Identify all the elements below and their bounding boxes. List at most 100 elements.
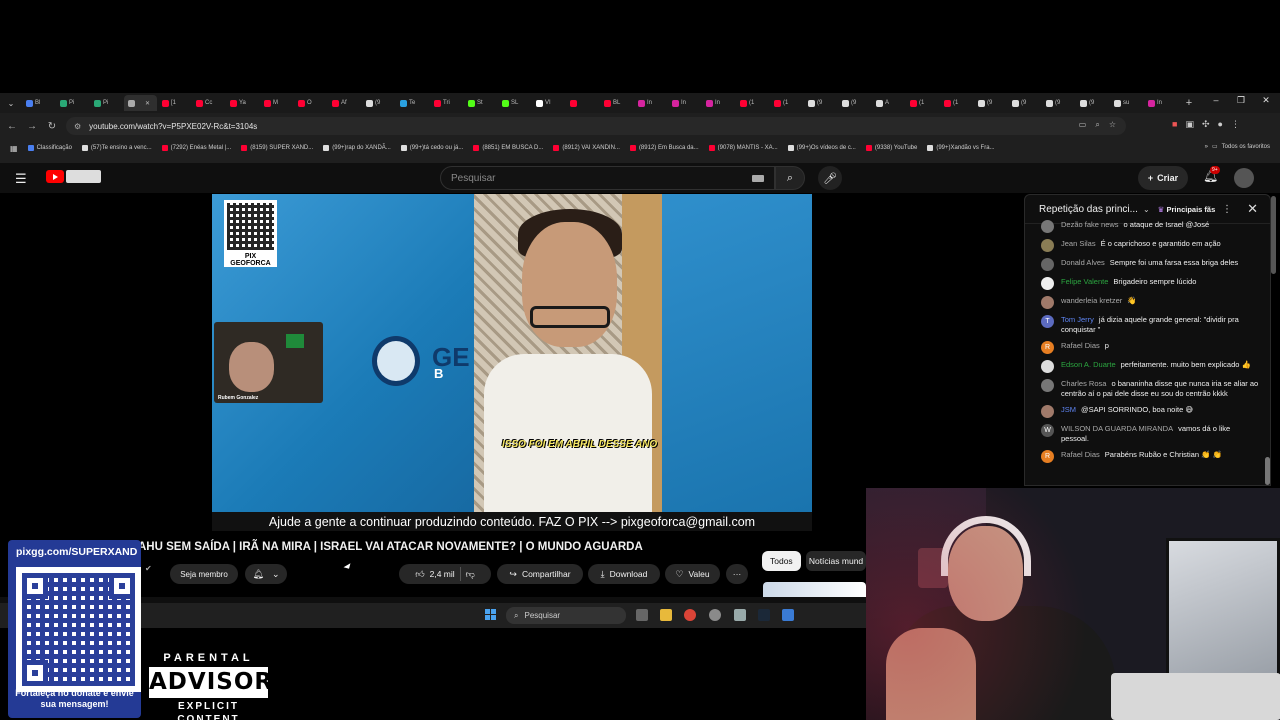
all-favorites-link[interactable]: Todos os favoritos	[1222, 144, 1270, 150]
chat-message[interactable]: Dezão fake news o ataque de Israel @José	[1025, 217, 1270, 236]
browser-tab[interactable]	[566, 95, 599, 111]
chat-author[interactable]: Jean Silas	[1061, 239, 1096, 248]
extensions-puzzle-icon[interactable]: ✣	[1202, 119, 1210, 130]
chat-message[interactable]: Donald Alves Sempre foi uma farsa essa br…	[1025, 255, 1270, 274]
chat-author[interactable]: wanderleia kretzer	[1061, 296, 1122, 305]
chip-world-news[interactable]: Notícias mund	[806, 551, 866, 571]
chat-avatar[interactable]	[1041, 239, 1054, 252]
chat-avatar[interactable]: T	[1041, 315, 1054, 328]
youtube-logo[interactable]	[46, 170, 64, 183]
dislike-icon[interactable]: 👎︎	[466, 569, 475, 580]
menu-icon[interactable]: ☰	[15, 171, 27, 187]
chrome-icon[interactable]	[684, 609, 696, 621]
subscription-bell-button[interactable]: 🔔︎ ⌄	[245, 564, 287, 584]
chat-author[interactable]: JSM	[1061, 405, 1076, 414]
new-tab-button[interactable]: +	[1182, 97, 1196, 109]
browser-tab[interactable]: In	[668, 95, 701, 111]
chat-author[interactable]: Rafael Dias	[1061, 450, 1100, 459]
browser-tab[interactable]: Bl	[22, 95, 55, 111]
chat-author[interactable]: Rafael Dias	[1061, 341, 1100, 350]
browser-tab[interactable]: Cc	[192, 95, 225, 111]
chat-scrollbar[interactable]	[1265, 457, 1270, 485]
browser-tab[interactable]: M	[260, 95, 293, 111]
windows-start-icon[interactable]	[485, 609, 497, 621]
chat-message[interactable]: Charles Rosa o bananinha disse que nunca …	[1025, 376, 1270, 402]
chat-message[interactable]: R Rafael Dias p	[1025, 338, 1270, 357]
browser-tab[interactable]: In	[634, 95, 667, 111]
browser-tab[interactable]: Ya	[226, 95, 259, 111]
browser-tab[interactable]: (1	[940, 95, 973, 111]
bookmark-item[interactable]: (8912) VAI XANDIN...	[553, 145, 620, 151]
browser-tab[interactable]: In	[702, 95, 735, 111]
file-explorer-icon[interactable]	[660, 609, 672, 621]
bookmark-item[interactable]: Classificação	[27, 145, 72, 151]
cast-icon[interactable]: ▭	[1079, 120, 1087, 130]
browser-tab[interactable]: (9	[362, 95, 395, 111]
browser-tab[interactable]: SL	[498, 95, 531, 111]
chat-message[interactable]: T Tom Jerry já dizia aquele grande general…	[1025, 312, 1270, 338]
chat-avatar[interactable]	[1041, 220, 1054, 233]
back-icon[interactable]: ←	[2, 121, 22, 132]
chat-author[interactable]: Tom Jerry	[1061, 315, 1094, 324]
browser-tab[interactable]: (9	[1042, 95, 1075, 111]
bookmarks-overflow-icon[interactable]: »	[1205, 144, 1208, 150]
chat-author[interactable]: WILSON DA GUARDA MIRANDA	[1061, 424, 1173, 433]
voice-search-button[interactable]: 🎤︎	[818, 166, 842, 190]
extension-icon[interactable]: ■	[1172, 119, 1177, 130]
chat-message[interactable]: Felipe Valente Brigadeiro sempre lúcido	[1025, 274, 1270, 293]
browser-tab[interactable]: VI	[532, 95, 565, 111]
chat-avatar[interactable]	[1041, 360, 1054, 373]
chat-avatar[interactable]: W	[1041, 424, 1054, 437]
chat-message[interactable]: Jean Silas É o caprichoso e garantido em …	[1025, 236, 1270, 255]
account-avatar[interactable]	[1234, 168, 1254, 188]
zoom-icon[interactable]: ⌕	[1095, 120, 1099, 130]
reload-icon[interactable]: ↻	[42, 121, 62, 132]
bookmark-item[interactable]: (8159) SUPER XAND...	[241, 145, 313, 151]
site-info-icon[interactable]: ⚙	[74, 122, 81, 131]
thanks-button[interactable]: ♡ Valeu	[665, 564, 720, 584]
browser-tab[interactable]: (1	[770, 95, 803, 111]
close-tab-icon[interactable]: ✕	[145, 100, 150, 107]
close-window-icon[interactable]: ✕	[1256, 95, 1276, 106]
browser-tab[interactable]: (1	[736, 95, 769, 111]
chip-all[interactable]: Todos	[762, 551, 801, 571]
chat-avatar[interactable]	[1041, 258, 1054, 271]
bookmark-item[interactable]: (99+)Xandão vs Fra...	[927, 145, 995, 151]
chat-author[interactable]: Dezão fake news	[1061, 220, 1119, 229]
bookmark-item[interactable]: (9338) YouTube	[865, 145, 917, 151]
task-view-icon[interactable]	[636, 609, 648, 621]
browser-tab[interactable]: O	[294, 95, 327, 111]
bookmark-item[interactable]: (99+)rap do XANDÃ...	[323, 145, 391, 151]
search-button[interactable]: ⌕	[775, 166, 805, 190]
like-count[interactable]: 2,4 mil	[430, 569, 455, 579]
chat-author[interactable]: Charles Rosa	[1061, 379, 1106, 388]
steam-icon[interactable]	[758, 609, 770, 621]
keyboard-icon[interactable]	[752, 175, 764, 182]
browser-tab[interactable]: su	[1110, 95, 1143, 111]
share-button[interactable]: ↪ Compartilhar	[497, 564, 583, 584]
app-icon[interactable]	[782, 609, 794, 621]
bookmark-item[interactable]: (8912) Em Busca da...	[629, 145, 699, 151]
browser-tab[interactable]: (1	[906, 95, 939, 111]
browser-tab[interactable]: (9	[1008, 95, 1041, 111]
page-scrollbar[interactable]	[1271, 196, 1276, 274]
tab-search-icon[interactable]: ⌄	[4, 96, 18, 110]
chat-avatar[interactable]	[1041, 405, 1054, 418]
bookmark-item[interactable]: (7292) Enéas Metal |...	[161, 145, 231, 151]
join-button[interactable]: Seja membro	[170, 564, 238, 584]
bookmark-item[interactable]: (8851) EM BUSCA D...	[473, 145, 543, 151]
browser-tab[interactable]: In	[1144, 95, 1177, 111]
chat-menu-icon[interactable]: ⋮	[1222, 204, 1232, 215]
app-icon[interactable]	[709, 609, 721, 621]
bookmark-item[interactable]: (99+)tá cedo ou já...	[400, 145, 463, 151]
browser-tab[interactable]: Te	[396, 95, 429, 111]
maximize-icon[interactable]: ❐	[1231, 95, 1251, 106]
address-bar[interactable]: ⚙ youtube.com/watch?v=P5PXE02V-Rc&t=3104…	[66, 117, 1126, 135]
browser-tab[interactable]: BL	[600, 95, 633, 111]
chat-message[interactable]: wanderleia kretzer 👋	[1025, 293, 1270, 312]
browser-tab[interactable]: St	[464, 95, 497, 111]
browser-tab[interactable]: A	[872, 95, 905, 111]
chat-avatar[interactable]	[1041, 379, 1054, 392]
chat-avatar[interactable]	[1041, 296, 1054, 309]
bookmark-star-icon[interactable]: ☆	[1109, 120, 1116, 130]
